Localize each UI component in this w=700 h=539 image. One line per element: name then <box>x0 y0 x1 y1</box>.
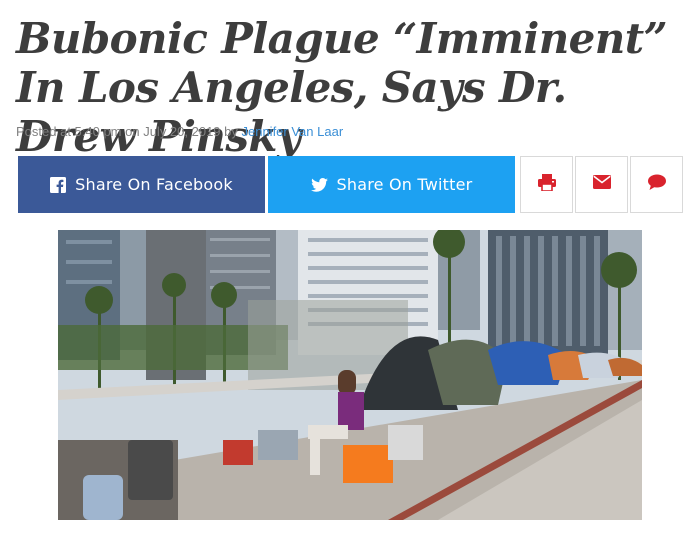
share-facebook-label: Share On Facebook <box>75 175 233 194</box>
print-icon <box>537 173 556 196</box>
article-photo <box>58 230 642 520</box>
print-button[interactable] <box>520 156 573 213</box>
byline-meta: Posted at 5:40 pm on July 20, 2019 by <box>16 124 242 139</box>
share-bar: Share On Facebook Share On Twitter <box>18 156 683 213</box>
author-link[interactable]: Jennifer Van Laar <box>241 124 343 139</box>
share-facebook-button[interactable]: Share On Facebook <box>18 156 265 213</box>
byline: Posted at 5:40 pm on July 20, 2019 by Je… <box>16 124 343 139</box>
comment-button[interactable] <box>630 156 683 213</box>
comment-icon <box>647 174 666 195</box>
share-twitter-label: Share On Twitter <box>336 175 473 194</box>
email-icon <box>592 175 611 194</box>
share-twitter-button[interactable]: Share On Twitter <box>268 156 515 213</box>
twitter-icon <box>310 177 328 192</box>
facebook-icon <box>50 176 67 193</box>
email-button[interactable] <box>575 156 628 213</box>
next-paragraph-sliver <box>120 532 620 539</box>
